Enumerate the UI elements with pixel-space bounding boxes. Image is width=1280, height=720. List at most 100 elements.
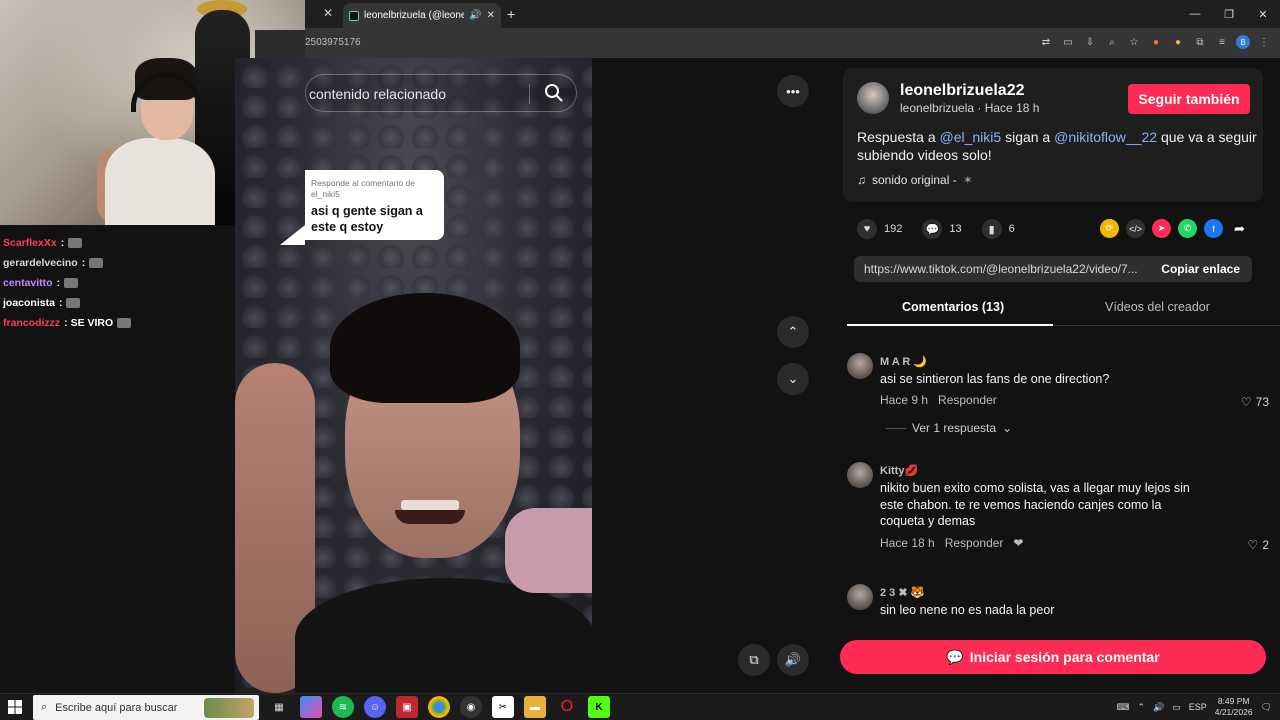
whatsapp-icon[interactable]: ✆ <box>1178 219 1197 238</box>
video-link[interactable]: https://www.tiktok.com/@leonelbrizuela22… <box>854 262 1149 276</box>
extension-fox-icon[interactable]: ● <box>1148 34 1164 50</box>
comment-like[interactable]: ♡ 73 <box>1241 395 1269 409</box>
translate-icon[interactable]: ⇄ <box>1038 34 1054 50</box>
windows-start-icon[interactable] <box>8 700 22 714</box>
chat-username[interactable]: ScarflexXx <box>3 237 57 249</box>
tray-chevron-icon[interactable]: ⌃ <box>1137 702 1145 713</box>
comment-like-count: 2 <box>1262 538 1269 552</box>
comment-icon[interactable]: 💬 <box>922 219 943 239</box>
chevron-down-icon: ⌄ <box>1002 421 1013 435</box>
emote-icon <box>68 238 83 248</box>
copilot-icon[interactable] <box>300 696 322 718</box>
login-to-comment-button[interactable]: 💬 Iniciar sesión para comentar <box>840 640 1266 674</box>
new-tab-icon[interactable]: + <box>507 6 515 22</box>
repost-icon[interactable]: ⟳ <box>1100 219 1119 238</box>
spider-icon: ✶ <box>962 173 973 187</box>
speaker-icon[interactable]: 🔊 <box>469 10 481 21</box>
copy-link-button[interactable]: Copiar enlace <box>1149 262 1252 276</box>
install-icon[interactable]: ⇩ <box>1082 34 1098 50</box>
profile-avatar[interactable]: B <box>1236 35 1250 49</box>
notifications-icon[interactable]: 🗨 <box>1261 702 1272 713</box>
next-video-button[interactable]: ⌄ <box>777 363 809 395</box>
reply-button[interactable]: Responder <box>938 393 997 407</box>
url-text[interactable]: 2503975176 <box>305 37 361 48</box>
kick-icon[interactable]: K <box>588 696 610 718</box>
mention-link[interactable]: @nikitoflow__22 <box>1054 129 1157 145</box>
zoom-icon[interactable]: ⌕ <box>1104 34 1120 50</box>
more-options-button[interactable]: ••• <box>777 75 809 107</box>
spotify-icon[interactable]: ≋ <box>332 696 354 718</box>
restore-icon[interactable]: ❐ <box>1212 0 1246 28</box>
author-avatar[interactable] <box>857 82 889 114</box>
emote-icon <box>89 258 104 268</box>
pip-button[interactable]: ⧉ <box>738 644 770 676</box>
app-icon[interactable]: ▣ <box>396 696 418 718</box>
minimize-icon[interactable]: — <box>1178 0 1212 28</box>
close-tab-icon[interactable]: ✕ <box>487 10 495 21</box>
cast-icon[interactable]: ▭ <box>1060 34 1076 50</box>
like-action[interactable]: ♥ 192 <box>857 219 902 239</box>
clock[interactable]: 8:49 PM 4/21/2026 <box>1215 696 1253 718</box>
taskbar-search[interactable]: ⌕ Escribe aquí para buscar <box>33 695 259 720</box>
facebook-icon[interactable]: f <box>1204 219 1223 238</box>
commenter-avatar[interactable] <box>847 462 873 488</box>
author-username[interactable]: leonelbrizuela22 <box>900 82 1025 100</box>
browser-tab[interactable]: leonelbrizuela (@leonelbrizi 🔊 ✕ <box>343 3 501 28</box>
clock-date: 4/21/2026 <box>1214 707 1253 717</box>
mention-link[interactable]: @el_niki5 <box>940 129 1002 145</box>
video-player[interactable] <box>235 58 592 693</box>
speaker-icon[interactable]: 🔊 <box>1153 702 1164 713</box>
commenter-name[interactable]: M A R 🌙 <box>880 355 927 368</box>
extensions-puzzle-icon[interactable]: ⧉ <box>1192 34 1208 50</box>
commenter-name[interactable]: Kitty💋 <box>880 464 918 477</box>
comment-list: M A R 🌙 asi se sintieron las fans de one… <box>847 348 1272 623</box>
reply-sub: Responde al comentario de el_niki5 <box>311 178 415 199</box>
chrome-icon[interactable] <box>428 696 450 718</box>
bookmark-star-icon[interactable]: ☆ <box>1126 34 1142 50</box>
file-explorer-icon[interactable]: ▬ <box>524 696 546 718</box>
chat-username[interactable]: francodizzz <box>3 317 60 329</box>
creator-liked-icon: ❤ <box>1013 536 1024 550</box>
task-view-icon[interactable]: ▦ <box>268 696 290 718</box>
tab-creator-videos[interactable]: Vídeos del creador <box>1105 300 1210 314</box>
previous-video-button[interactable]: ⌃ <box>777 316 809 348</box>
discord-icon[interactable]: ☺ <box>364 696 386 718</box>
search-icon[interactable] <box>544 83 564 103</box>
comment-action[interactable]: 💬 13 <box>922 219 962 239</box>
commenter-name[interactable]: 2 3 ✖ 🐯 <box>880 586 924 599</box>
close-window-icon[interactable]: ✕ <box>1246 0 1280 28</box>
menu-kebab-icon[interactable]: ⋮ <box>1256 34 1272 50</box>
link-box: https://www.tiktok.com/@leonelbrizuela22… <box>854 256 1252 282</box>
chat-username[interactable]: gerardelvecino <box>3 257 78 269</box>
language-indicator[interactable]: ESP <box>1189 702 1207 712</box>
capcut-icon[interactable]: ✂ <box>492 696 514 718</box>
obs-icon[interactable]: ◉ <box>460 696 482 718</box>
close-tab-icon[interactable]: ✕ <box>323 6 333 20</box>
follow-button[interactable]: Seguir también <box>1128 84 1250 114</box>
sound-link[interactable]: ♫ sonido original - ✶ <box>857 173 973 187</box>
share-arrow-icon[interactable]: ➦ <box>1230 219 1249 238</box>
chat-message: joaconista: <box>3 293 235 313</box>
chat-username[interactable]: joaconista <box>3 297 55 309</box>
reading-list-icon[interactable]: ≡ <box>1214 34 1230 50</box>
keyboard-icon[interactable]: ⌨ <box>1116 702 1129 713</box>
heart-icon[interactable]: ♥ <box>857 219 877 239</box>
opera-icon[interactable]: O <box>556 696 578 718</box>
commenter-avatar[interactable] <box>847 353 873 379</box>
embed-icon[interactable]: </> <box>1126 219 1145 238</box>
extension-color-icon[interactable]: ● <box>1170 34 1186 50</box>
reply-button[interactable]: Responder <box>945 536 1004 550</box>
chat-username[interactable]: centavitto <box>3 277 53 289</box>
view-replies[interactable]: Ver 1 respuesta ⌄ <box>886 421 1012 435</box>
active-tab-underline <box>847 324 1053 326</box>
related-search-box[interactable]: contenido relacionado <box>305 74 577 112</box>
save-action[interactable]: ▮ 6 <box>981 219 1015 239</box>
commenter-avatar[interactable] <box>847 584 873 610</box>
network-icon[interactable]: ▭ <box>1172 702 1181 713</box>
volume-button[interactable]: 🔊 <box>777 644 809 676</box>
tab-comments[interactable]: Comentarios (13) <box>902 300 1004 314</box>
send-icon[interactable]: ➤ <box>1152 219 1171 238</box>
bookmark-icon[interactable]: ▮ <box>981 219 1002 239</box>
comment-like[interactable]: ♡ 2 <box>1248 538 1269 552</box>
view-replies-label: Ver 1 respuesta <box>912 421 997 435</box>
